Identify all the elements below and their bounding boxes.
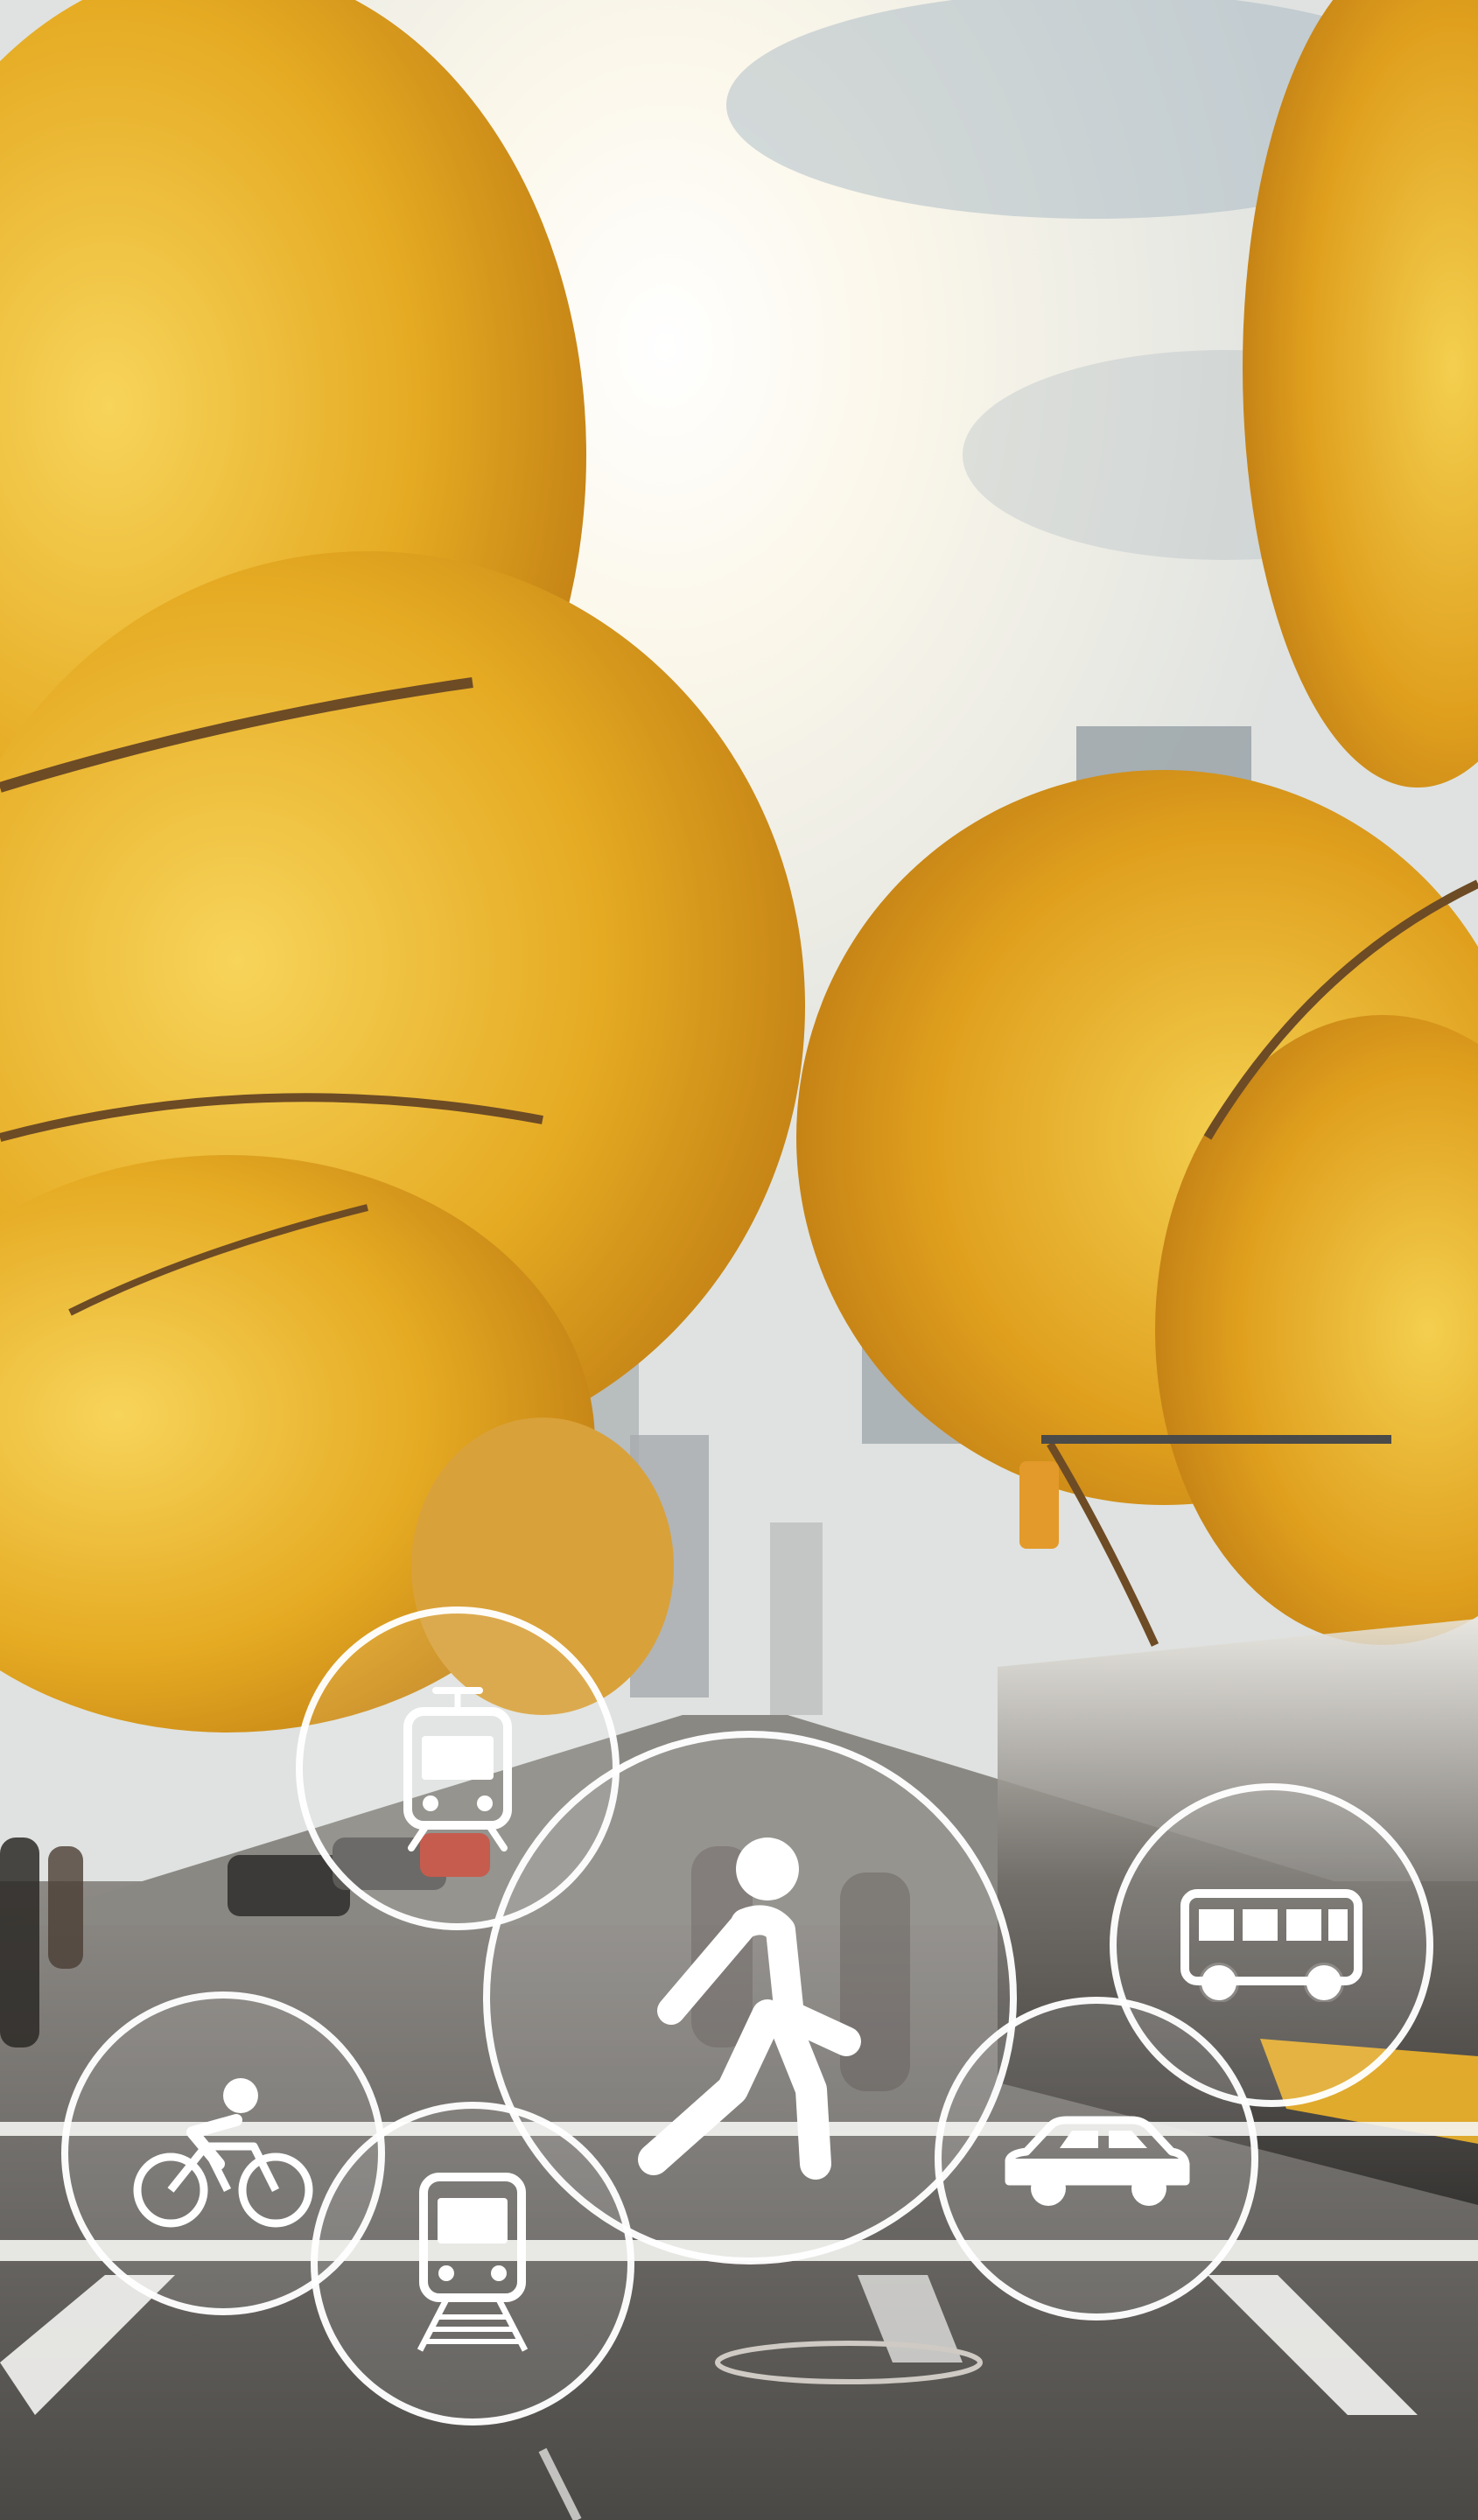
tram-icon bbox=[403, 1687, 512, 1852]
train-mode-button[interactable] bbox=[311, 2102, 634, 2426]
train-icon bbox=[417, 2173, 529, 2352]
bicycle-icon bbox=[133, 2078, 313, 2228]
car-icon bbox=[1005, 2116, 1190, 2206]
bus-icon bbox=[1180, 1889, 1362, 2002]
car-mode-button[interactable] bbox=[935, 1997, 1258, 2320]
pedestrian-icon bbox=[638, 1838, 861, 2180]
